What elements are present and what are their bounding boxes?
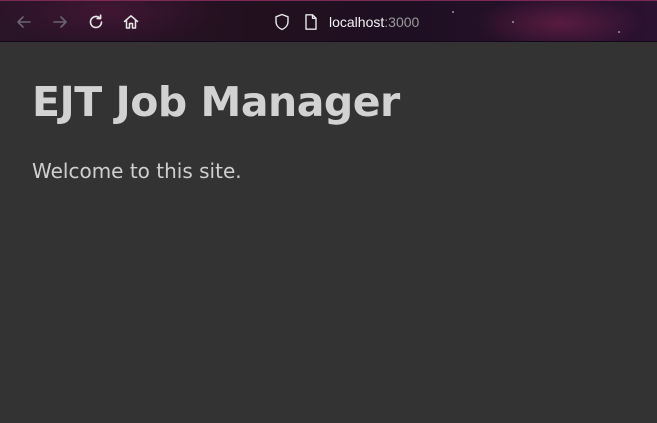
- page-title: EJT Job Manager: [32, 78, 400, 126]
- home-icon: [123, 15, 139, 29]
- page-icon: [305, 14, 317, 30]
- page-info-button[interactable]: [304, 13, 318, 35]
- home-button[interactable]: [121, 12, 141, 32]
- theme-decoration: [512, 21, 514, 23]
- page-content: EJT Job Manager Welcome to this site.: [0, 42, 657, 423]
- url-port: :3000: [384, 14, 420, 30]
- security-button[interactable]: [274, 13, 290, 35]
- url-host: localhost: [329, 14, 385, 30]
- arrow-right-icon: [53, 16, 67, 28]
- back-button[interactable]: [14, 12, 34, 32]
- browser-toolbar: localhost:3000: [0, 0, 657, 42]
- address-bar[interactable]: localhost:3000: [268, 9, 448, 35]
- arrow-left-icon: [17, 16, 31, 28]
- shield-icon: [275, 13, 289, 31]
- forward-button[interactable]: [50, 12, 70, 32]
- theme-decoration: [452, 11, 454, 13]
- reload-button[interactable]: [86, 12, 106, 32]
- url-text[interactable]: localhost:3000: [329, 13, 419, 31]
- theme-decoration: [618, 31, 620, 33]
- welcome-message: Welcome to this site.: [32, 159, 242, 183]
- reload-icon: [89, 14, 103, 29]
